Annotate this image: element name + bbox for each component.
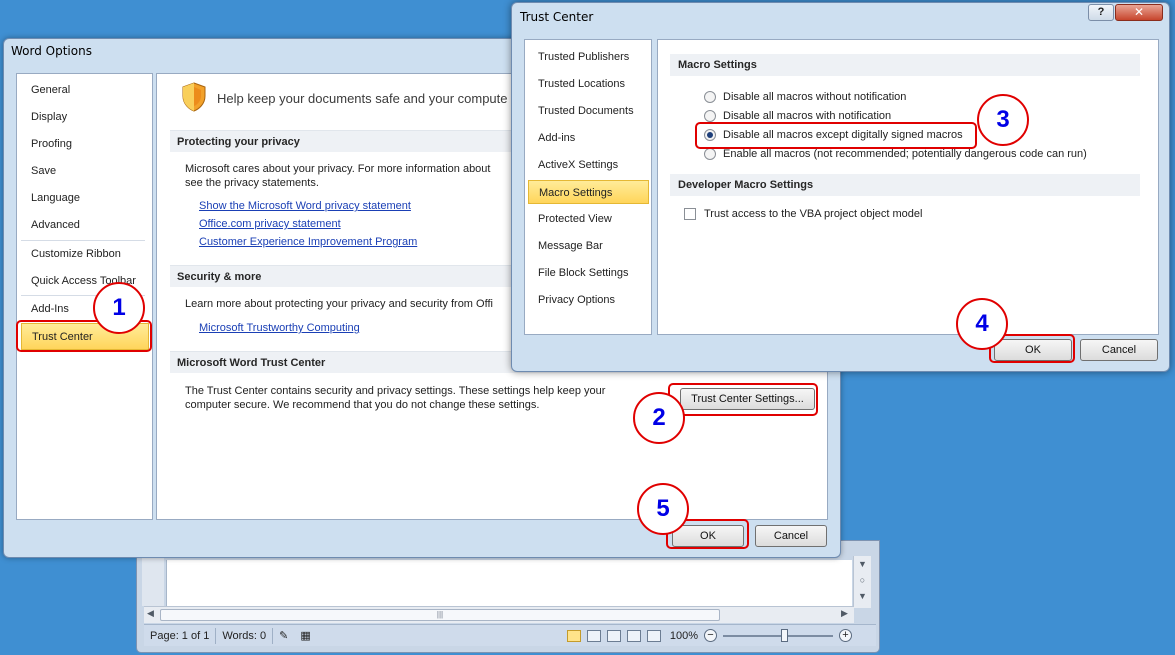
horizontal-scrollbar[interactable]: ◀ ||| ▶ — [144, 606, 854, 623]
proofing-icon[interactable]: ✎ — [273, 628, 294, 644]
word-privacy-link[interactable]: Show the Microsoft Word privacy statemen… — [199, 200, 411, 212]
shield-icon — [182, 82, 206, 112]
step-callout-5: 5 — [637, 483, 689, 535]
nav-trusted-documents[interactable]: Trusted Documents — [528, 99, 649, 123]
next-page-icon[interactable]: ▼ — [854, 588, 871, 604]
nav-general[interactable]: General — [21, 77, 149, 104]
status-bar: Page: 1 of 1 Words: 0 ✎ ▦ 100% − + — [144, 624, 876, 646]
nav-advanced[interactable]: Advanced — [21, 212, 149, 239]
highlight-trust-center-settings — [668, 383, 818, 416]
help-button[interactable]: ? — [1088, 4, 1114, 21]
nav-trusted-publishers[interactable]: Trusted Publishers — [528, 45, 649, 69]
trustworthy-computing-link[interactable]: Microsoft Trustworthy Computing — [199, 322, 360, 334]
nav-message-bar[interactable]: Message Bar — [528, 234, 649, 258]
scroll-right-icon[interactable]: ▶ — [841, 608, 848, 619]
cancel-button[interactable]: Cancel — [755, 525, 827, 547]
radio-label: Disable all macros with notification — [723, 110, 892, 122]
dialog-title: Trust Center — [520, 10, 594, 24]
nav-trusted-locations[interactable]: Trusted Locations — [528, 72, 649, 96]
step-callout-3: 3 — [977, 94, 1029, 146]
developer-macro-heading: Developer Macro Settings — [670, 174, 1140, 196]
nav-protected-view[interactable]: Protected View — [528, 207, 649, 231]
step-callout-1: 1 — [93, 282, 145, 334]
trust-center-nav: Trusted Publishers Trusted Locations Tru… — [524, 39, 652, 335]
nav-customize-ribbon[interactable]: Customize Ribbon — [21, 241, 149, 268]
zoom-slider-knob[interactable] — [781, 628, 788, 642]
dialog-title: Word Options — [11, 44, 92, 58]
page-header: Help keep your documents safe and your c… — [217, 91, 508, 106]
word-left-margin — [142, 556, 164, 606]
word-count[interactable]: Words: 0 — [216, 627, 274, 644]
trust-center-text: The Trust Center contains security and p… — [185, 385, 606, 397]
zoom-out-button[interactable]: − — [704, 629, 717, 642]
scroll-down-icon[interactable]: ▼ — [854, 556, 871, 572]
radio-button[interactable] — [704, 110, 716, 122]
nav-macro-settings[interactable]: Macro Settings — [528, 180, 649, 204]
highlight-selected-macro-option — [695, 122, 977, 149]
cancel-button[interactable]: Cancel — [1080, 339, 1158, 361]
nav-save[interactable]: Save — [21, 158, 149, 185]
close-button[interactable]: ✕ — [1115, 4, 1163, 21]
radio-button[interactable] — [704, 148, 716, 160]
privacy-text: see the privacy statements. — [185, 177, 319, 189]
office-privacy-link[interactable]: Office.com privacy statement — [199, 218, 341, 230]
macro-settings-heading: Macro Settings — [670, 54, 1140, 76]
nav-proofing[interactable]: Proofing — [21, 131, 149, 158]
nav-display[interactable]: Display — [21, 104, 149, 131]
scroll-left-icon[interactable]: ◀ — [147, 608, 154, 619]
web-layout-icon[interactable] — [606, 629, 621, 642]
radio-button[interactable] — [704, 91, 716, 103]
nav-privacy-options[interactable]: Privacy Options — [528, 288, 649, 312]
privacy-text: Microsoft cares about your privacy. For … — [185, 163, 491, 175]
step-callout-2: 2 — [633, 392, 685, 444]
full-screen-reading-icon[interactable] — [586, 629, 601, 642]
trust-center-text: computer secure. We recommend that you d… — [185, 399, 540, 411]
vba-trust-checkbox[interactable] — [684, 208, 696, 220]
draft-icon[interactable] — [646, 629, 661, 642]
macro-record-icon[interactable]: ▦ — [294, 628, 316, 644]
browse-object-icon[interactable]: ○ — [854, 572, 871, 588]
checkbox-label: Trust access to the VBA project object m… — [704, 208, 923, 220]
nav-activex-settings[interactable]: ActiveX Settings — [528, 153, 649, 177]
page-count[interactable]: Page: 1 of 1 — [144, 627, 217, 644]
trust-center-dialog: Trust Center ? ✕ Trusted Publishers Trus… — [511, 2, 1170, 372]
document-area[interactable] — [166, 560, 852, 606]
nav-file-block-settings[interactable]: File Block Settings — [528, 261, 649, 285]
radio-label: Disable all macros without notification — [723, 91, 907, 103]
nav-language[interactable]: Language — [21, 185, 149, 212]
print-layout-icon[interactable] — [566, 629, 581, 642]
step-callout-4: 4 — [956, 298, 1008, 350]
scroll-thumb[interactable]: ||| — [160, 609, 720, 621]
zoom-in-button[interactable]: + — [839, 629, 852, 642]
nav-add-ins[interactable]: Add-ins — [528, 126, 649, 150]
security-text: Learn more about protecting your privacy… — [185, 298, 493, 310]
scroll-grip: ||| — [436, 610, 444, 619]
vba-trust-checkbox-row[interactable]: Trust access to the VBA project object m… — [684, 206, 922, 222]
macro-settings-page: Macro Settings Disable all macros withou… — [657, 39, 1159, 335]
ceip-link[interactable]: Customer Experience Improvement Program — [199, 236, 417, 248]
zoom-level[interactable]: 100% — [670, 630, 698, 642]
radio-label: Enable all macros (not recommended; pote… — [723, 148, 1087, 160]
zoom-slider[interactable] — [723, 628, 833, 642]
outline-icon[interactable] — [626, 629, 641, 642]
radio-disable-no-notification[interactable]: Disable all macros without notification — [704, 89, 906, 105]
vertical-scrollbar[interactable]: ▼ ○ ▼ — [853, 556, 871, 608]
